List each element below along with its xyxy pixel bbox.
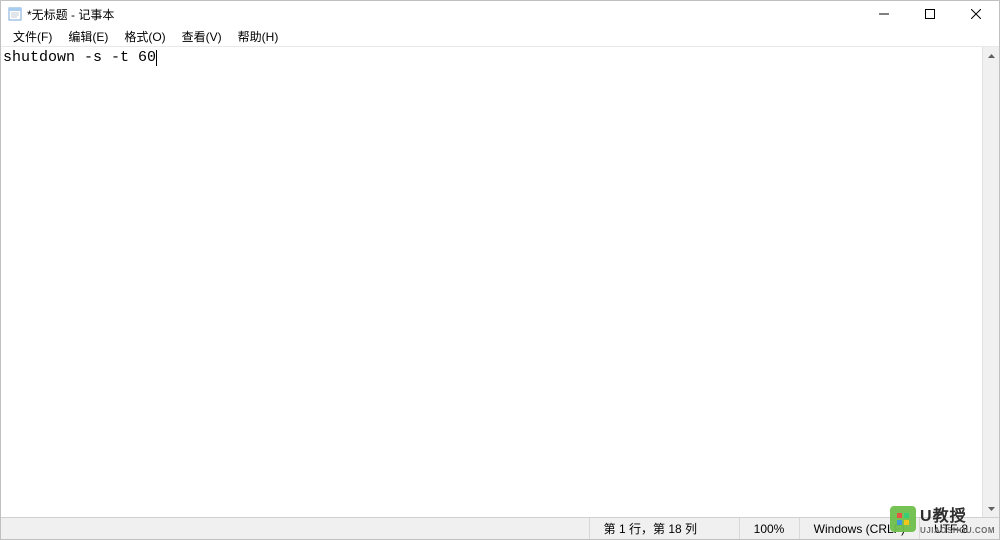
close-button[interactable] <box>953 1 999 27</box>
menu-edit[interactable]: 编辑(E) <box>60 27 116 46</box>
titlebar: *无标题 - 记事本 <box>1 1 999 27</box>
menu-file[interactable]: 文件(F) <box>5 27 60 46</box>
editor-content: shutdown -s -t 60 <box>3 49 156 66</box>
menu-help[interactable]: 帮助(H) <box>230 27 287 46</box>
watermark-logo-icon <box>890 506 916 532</box>
notepad-icon <box>7 6 23 22</box>
watermark: U教授 UJIAOSHOU.COM <box>890 502 995 535</box>
minimize-button[interactable] <box>861 1 907 27</box>
watermark-sub: UJIAOSHOU.COM <box>920 526 995 535</box>
text-editor[interactable]: shutdown -s -t 60 <box>1 47 982 517</box>
status-position: 第 1 行，第 18 列 <box>589 518 739 539</box>
statusbar: 第 1 行，第 18 列 100% Windows (CRLF) UTF-8 <box>1 517 999 539</box>
status-zoom: 100% <box>739 518 799 539</box>
scroll-up-arrow-icon[interactable] <box>983 47 1000 64</box>
text-cursor <box>156 50 157 66</box>
maximize-button[interactable] <box>907 1 953 27</box>
menu-view[interactable]: 查看(V) <box>174 27 230 46</box>
watermark-text: U教授 UJIAOSHOU.COM <box>920 502 995 535</box>
menu-format[interactable]: 格式(O) <box>116 27 173 46</box>
window-title: *无标题 - 记事本 <box>27 6 114 23</box>
editor-container: shutdown -s -t 60 <box>1 47 999 517</box>
watermark-main: U教授 <box>920 502 995 526</box>
window-controls <box>861 1 999 27</box>
menubar: 文件(F) 编辑(E) 格式(O) 查看(V) 帮助(H) <box>1 27 999 47</box>
vertical-scrollbar[interactable] <box>982 47 999 517</box>
